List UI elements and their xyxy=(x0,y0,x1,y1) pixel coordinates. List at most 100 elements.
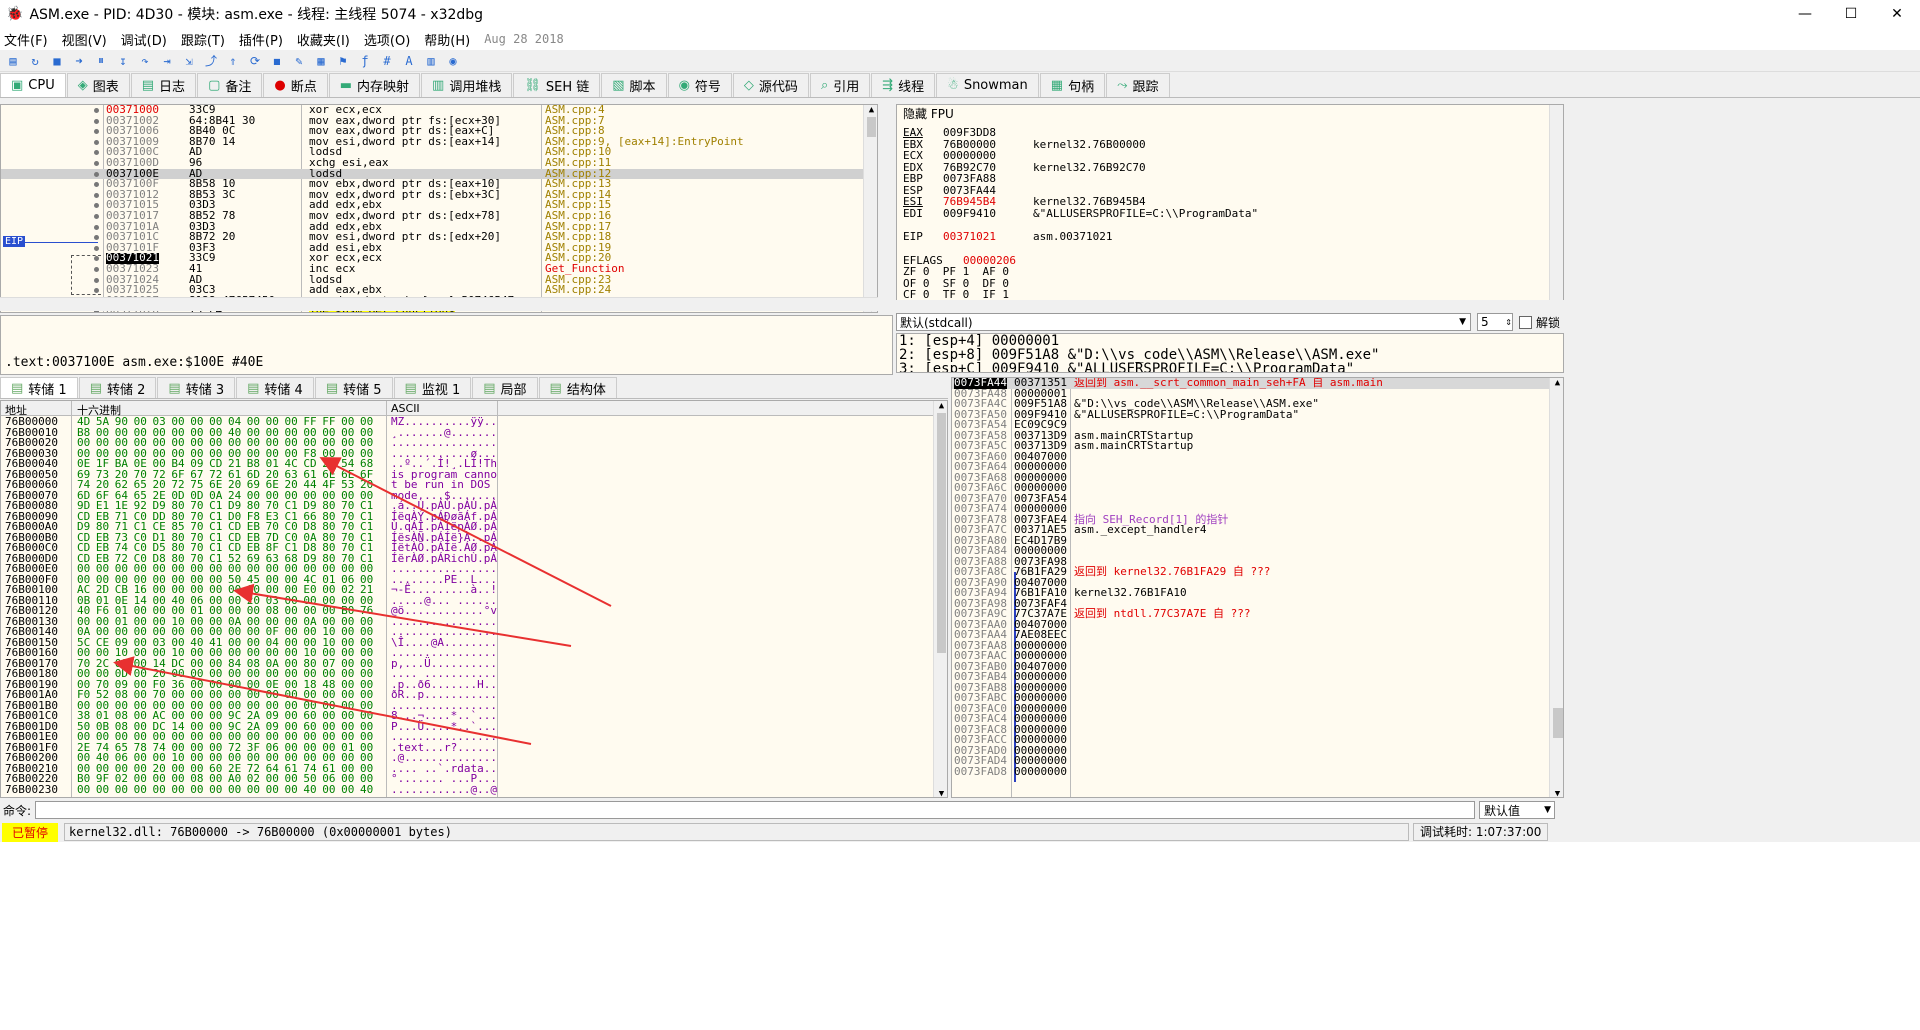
register-row[interactable]: EFLAGS 00000206 xyxy=(903,254,1543,267)
step-over-icon[interactable]: ↷ xyxy=(136,53,154,69)
dump-tab[interactable]: ▤ 结构体 xyxy=(538,377,617,398)
callconv-arg[interactable]: 1: [esp+4] 00000001 xyxy=(899,334,1379,348)
tab-handles[interactable]: ▦ 句柄 xyxy=(1039,73,1106,97)
tab-log[interactable]: ▤ 日志 xyxy=(130,73,197,97)
disassembly-pane[interactable]: EIP 00371000 33C9 xor ecx,ecx ASM.cpp:4 0037… xyxy=(0,104,878,313)
trace-over-icon[interactable]: ⇲ xyxy=(180,53,198,69)
callconv-arg[interactable]: 3: [esp+C] 009F9410 &"ALLUSERSPROFILE=C:… xyxy=(899,362,1379,372)
register-row[interactable]: ESI 76B945B4 kernel32.76B945B4 xyxy=(903,196,1543,208)
breakpoint-dot-icon[interactable] xyxy=(94,266,99,272)
tab-snowman[interactable]: ☃ Snowman xyxy=(936,73,1039,97)
tab-memory-map[interactable]: ▬ 内存映射 xyxy=(328,73,421,97)
register-row[interactable]: EBP 0073FA88 xyxy=(903,173,1543,185)
tab-source[interactable]: ◇ 源代码 xyxy=(732,73,809,97)
callconv-select[interactable]: 默认(stdcall) ▼ xyxy=(896,313,1471,331)
dump-tab[interactable]: ▤ 转储 4 xyxy=(236,377,314,398)
tab-graph[interactable]: ◈ 图表 xyxy=(66,73,130,97)
tab-script[interactable]: ▧ 脚本 xyxy=(601,73,667,97)
patch-icon[interactable]: ◼ xyxy=(268,53,286,69)
tab-cpu[interactable]: ▣ CPU xyxy=(0,73,66,97)
stack-scroll-up-icon[interactable]: ▲ xyxy=(1550,378,1563,388)
menu-item[interactable]: 视图(V) xyxy=(62,30,107,49)
registers-header[interactable]: 隐藏 FPU xyxy=(903,108,954,121)
menu-item[interactable]: 选项(O) xyxy=(364,30,410,49)
stop-icon[interactable]: ■ xyxy=(48,53,66,69)
run-to-user-icon[interactable]: ⇑ xyxy=(224,53,242,69)
tab-callstack[interactable]: ▥ 调用堆栈 xyxy=(421,73,513,97)
tab-symbol[interactable]: ◉ 符号 xyxy=(667,73,732,97)
register-value[interactable]: 00371021 xyxy=(943,231,996,243)
dump-scroll-up-icon[interactable]: ▲ xyxy=(934,401,947,411)
run-icon[interactable]: ➜ xyxy=(70,53,88,69)
trace-into-icon[interactable]: ⇥ xyxy=(158,53,176,69)
breakpoint-dot-icon[interactable] xyxy=(94,245,99,251)
register-row[interactable]: EBX 76B00000 kernel32.76B00000 xyxy=(903,138,1543,151)
dump-tab[interactable]: ▤ 监视 1 xyxy=(393,377,472,398)
breakpoint-dot-icon[interactable] xyxy=(94,277,99,283)
dump-ascii[interactable]: ............@..@ xyxy=(391,784,497,796)
cheat-icon[interactable]: ◉ xyxy=(444,53,462,69)
menu-item[interactable]: 帮助(H) xyxy=(424,30,470,49)
stack-value[interactable]: 00000000 xyxy=(1014,766,1067,778)
minimize-button[interactable]: — xyxy=(1782,6,1828,22)
breakpoint-dot-icon[interactable] xyxy=(94,224,99,230)
register-value[interactable]: 00000000 xyxy=(943,150,996,162)
registers-scrollbar[interactable] xyxy=(1549,105,1563,303)
register-value[interactable]: 009F9410 xyxy=(943,207,996,220)
dump-pane[interactable]: 地址 十六进制 ASCII 76B00000 4D 5A 90 00 03 00 … xyxy=(0,400,948,798)
tab-seh[interactable]: ⛓ SEH 链 xyxy=(513,73,601,97)
comment-icon[interactable]: ✎ xyxy=(290,53,308,69)
open-icon[interactable]: ▤ xyxy=(4,53,22,69)
register-value[interactable]: 0073FA88 xyxy=(943,173,996,185)
arg-count-spinner[interactable]: 5 ⇕ xyxy=(1477,313,1513,331)
tab-trace[interactable]: ⤳ 跟踪 xyxy=(1106,73,1170,97)
tab-references[interactable]: ⌕ 引用 xyxy=(809,73,871,97)
restart-icon[interactable]: ↻ xyxy=(26,53,44,69)
scroll-thumb[interactable] xyxy=(867,117,876,137)
tab-breakpoint[interactable]: ● 断点 xyxy=(263,73,328,97)
flags-row[interactable]: ZF 0 PF 1 AF 0 xyxy=(903,266,1543,278)
maximize-button[interactable]: ☐ xyxy=(1828,6,1874,22)
dump-tab[interactable]: ▤ 转储 2 xyxy=(78,377,157,398)
close-button[interactable]: ✕ xyxy=(1874,6,1920,22)
dump-row[interactable]: 76B00230 00 00 00 00 00 00 00 00 00 00 00… xyxy=(1,784,931,796)
register-row[interactable]: EAX 009F3DD8 xyxy=(903,127,1543,139)
register-row[interactable]: EIP 00371021 asm.00371021 xyxy=(903,231,1543,243)
calculator-icon[interactable]: ▥ xyxy=(422,53,440,69)
command-mode-select[interactable]: 默认值 ▼ xyxy=(1479,801,1556,819)
bookmark-icon[interactable]: ⚑ xyxy=(334,53,352,69)
breakpoint-dot-icon[interactable] xyxy=(94,288,99,294)
scroll-up-icon[interactable]: ▲ xyxy=(864,105,877,115)
tab-threads[interactable]: ⇶ 线程 xyxy=(871,73,936,97)
breakpoint-dot-icon[interactable] xyxy=(94,171,99,177)
command-input[interactable] xyxy=(35,801,1476,819)
breakpoint-dot-icon[interactable] xyxy=(94,160,99,166)
disasm-hscroll[interactable] xyxy=(0,297,878,311)
register-value[interactable]: 009F3DD8 xyxy=(943,127,996,139)
stack-pane[interactable]: 0073FA44 00371351 返回到 asm.__scrt_common_ma… xyxy=(951,377,1564,798)
menu-item[interactable]: 调试(D) xyxy=(121,30,167,49)
callconv-pane[interactable]: 1: [esp+4] 00000001 2: [esp+8] 009F51A8 &… xyxy=(896,333,1564,373)
step-into-icon[interactable]: ↧ xyxy=(114,53,132,69)
breakpoint-dot-icon[interactable] xyxy=(94,108,99,113)
breakpoint-dot-icon[interactable] xyxy=(94,182,99,188)
animate-icon[interactable]: ⟳ xyxy=(246,53,264,69)
stack-scroll-down-icon[interactable]: ▼ xyxy=(1550,789,1563,797)
breakpoint-dot-icon[interactable] xyxy=(94,203,99,209)
dump-tab[interactable]: ▤ 转储 3 xyxy=(157,377,236,398)
breakpoint-dot-icon[interactable] xyxy=(94,118,99,124)
stack-scrollbar[interactable]: ▲ ▼ xyxy=(1549,378,1563,797)
dump-scroll-down-icon[interactable]: ▼ xyxy=(934,789,947,797)
breakpoint-dot-icon[interactable] xyxy=(94,213,99,219)
register-value[interactable]: 76B945B4 xyxy=(943,196,996,208)
dump-scrollbar[interactable]: ▲ ▼ xyxy=(933,401,947,797)
menu-item[interactable]: 插件(P) xyxy=(239,30,283,49)
dump-hex[interactable]: 00 00 00 00 00 00 00 00 00 00 00 00 40 0… xyxy=(77,784,373,796)
execute-till-return-icon[interactable]: ⤴ xyxy=(202,53,220,69)
breakpoint-dot-icon[interactable] xyxy=(94,256,99,262)
registers-pane[interactable]: 隐藏 FPU EAX 009F3DD8 EBX 76B00000 kernel32.76… xyxy=(896,104,1564,304)
register-row[interactable]: ESP 0073FA44 xyxy=(903,184,1543,197)
menu-item[interactable]: 文件(F) xyxy=(4,30,48,49)
disasm-scrollbar[interactable]: ▲ ▼ xyxy=(863,105,877,312)
register-row[interactable]: EDX 76B92C70 kernel32.76B92C70 xyxy=(903,161,1543,174)
